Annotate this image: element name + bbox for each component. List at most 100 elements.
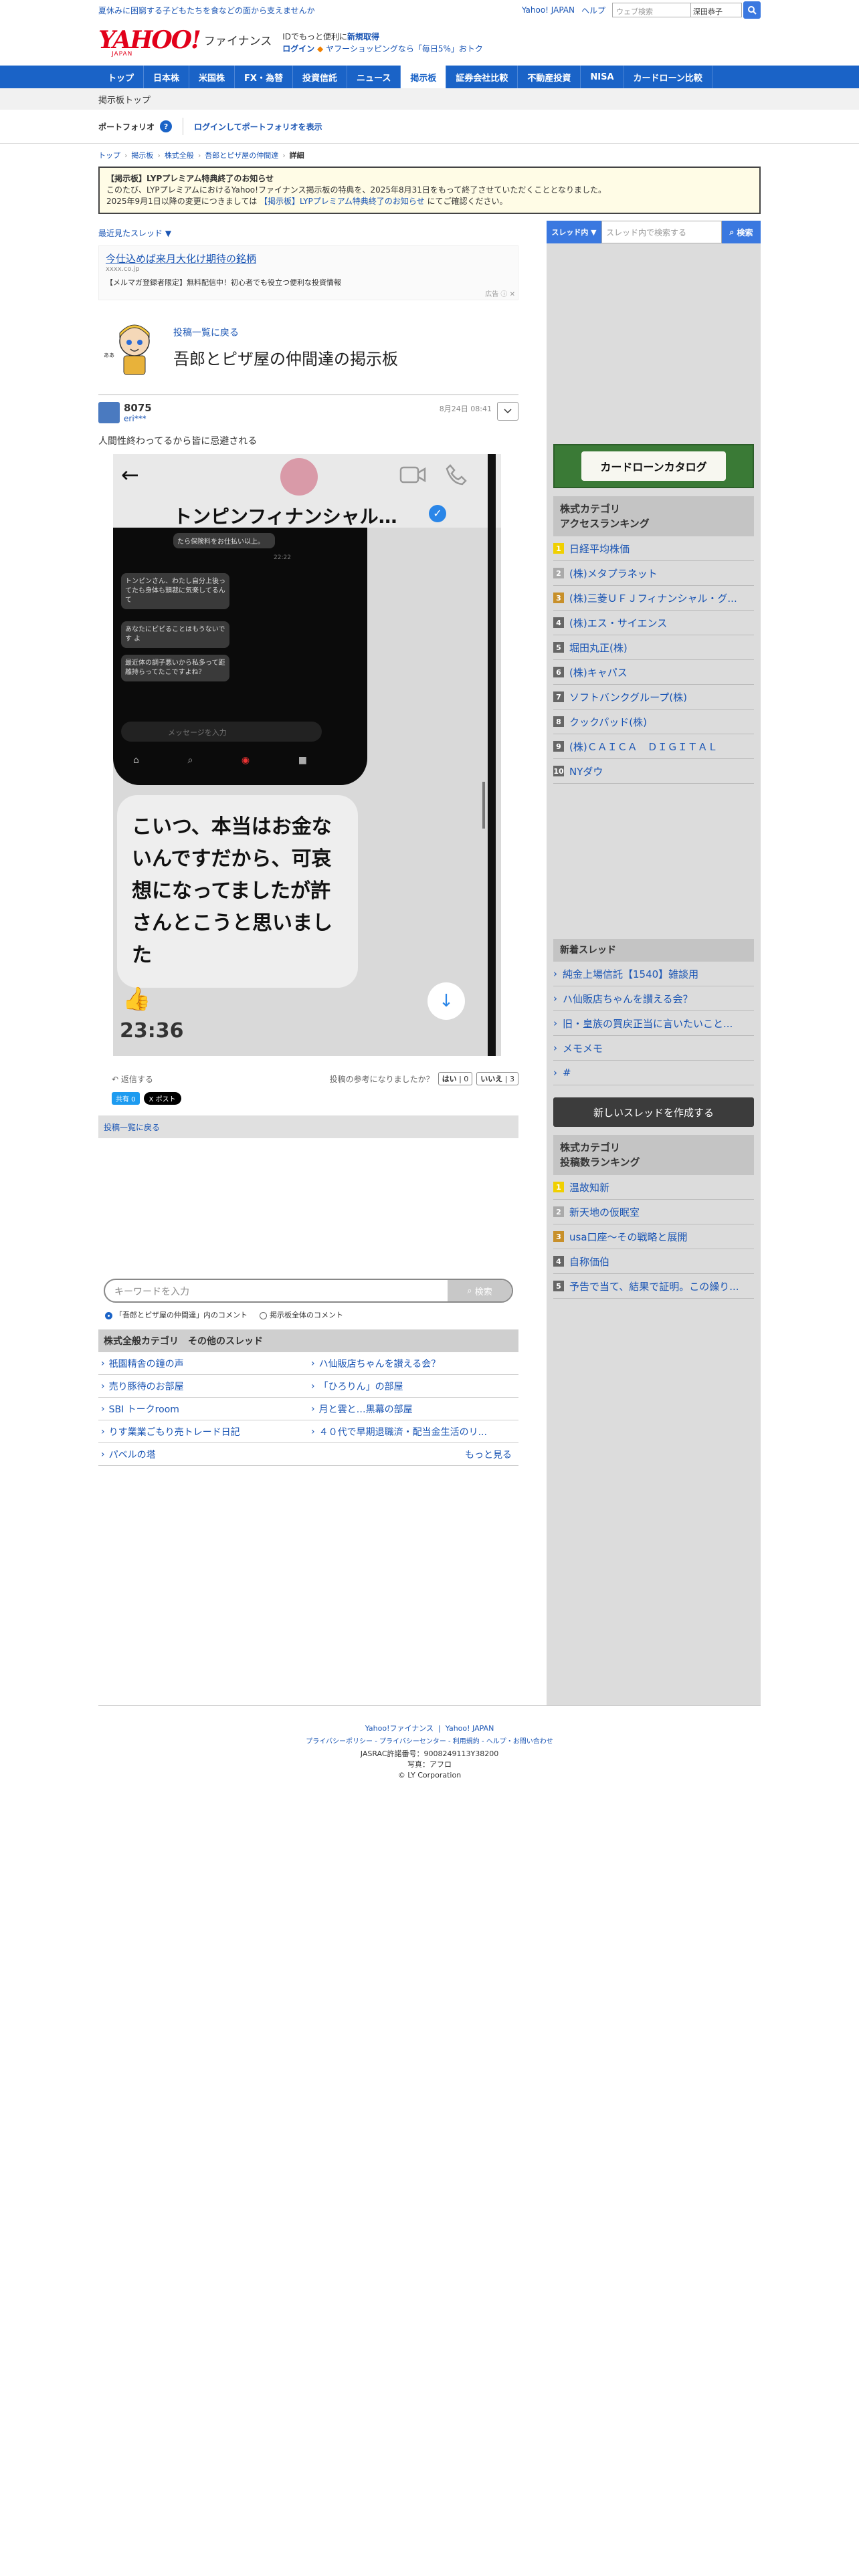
category-thread-link[interactable]: 月と雲と…黒幕の部屋 (308, 1398, 518, 1420)
post-menu-button[interactable] (497, 402, 518, 421)
comment-search-button[interactable]: ⌕ 検索 (448, 1280, 512, 1301)
nav-tab-8[interactable]: 不動産投資 (518, 66, 581, 88)
breadcrumb-top[interactable]: トップ (98, 150, 120, 160)
post-image[interactable]: ← トンピンフィナンシャル… ✓ たら保険料をお仕払い以上。 22:22 トンピ… (113, 454, 501, 1056)
thread-search-input[interactable]: スレッド内で検索する (601, 221, 722, 243)
footer-finance-link[interactable]: Yahoo!ファイナンス (365, 1724, 434, 1733)
footer-help-link[interactable]: ヘルプ・お問い合わせ (486, 1738, 553, 1745)
new-thread-link[interactable]: ハ仙販店ちゃんを讃える会？ (553, 986, 754, 1011)
nav-tab-2[interactable]: 米国株 (189, 66, 235, 88)
vote-yes-button[interactable]: はい | 0 (438, 1072, 473, 1085)
access-ranking-item[interactable]: 5 堀田丸正(株) (553, 635, 754, 660)
access-ranking-item[interactable]: 4 (株)エス・サイエンス (553, 611, 754, 635)
yahoo-logo[interactable]: YAHOO! JAPAN (98, 28, 201, 58)
promo-link[interactable]: 夏休みに困窮する子どもたちを食などの面から支えませんか (98, 5, 315, 16)
nav-tab-4[interactable]: 投資信託 (293, 66, 347, 88)
category-thread-link[interactable]: 祇園精舎の鐘の声 (98, 1352, 308, 1375)
rank-label: 堀田丸正(株) (569, 641, 628, 654)
ad-block[interactable]: 今仕込めば来月大化け期待の銘柄 xxxx.co.jp 【メルマガ登録者限定】無料… (98, 245, 518, 300)
radio-thread[interactable]: 「吾郎とピザ屋の仲間達」内のコメント (105, 1309, 248, 1320)
category-thread-link[interactable]: 「ひろりん」の部屋 (308, 1375, 518, 1398)
category-thread-link[interactable]: りす業業ごもり売トレード日記 (98, 1420, 308, 1443)
web-search-input[interactable]: ウェブ検索 (612, 3, 691, 17)
rank-number: 10 (553, 766, 564, 776)
footer-privacy-center-link[interactable]: プライバシーセンター (379, 1738, 446, 1745)
access-ranking-item[interactable]: 2 (株)メタプラネット (553, 561, 754, 586)
new-thread-link[interactable]: 純金上場信託【1540】雑談用 (553, 962, 754, 986)
nav-tab-9[interactable]: NISA (581, 66, 624, 88)
new-thread-link[interactable]: # (553, 1061, 754, 1085)
back-to-list-link[interactable]: 投稿一覧に戻る (173, 326, 398, 339)
post-ranking-item[interactable]: 4 自称価伯 (553, 1249, 754, 1274)
help-link[interactable]: ヘルプ (581, 5, 605, 16)
create-thread-button[interactable]: 新しいスレッドを作成する (553, 1097, 754, 1127)
footer-privacy-link[interactable]: プライバシーポリシー (306, 1738, 373, 1745)
verified-icon: ✓ (429, 505, 446, 522)
category-thread-link[interactable]: ハ仙販店ちゃんを讃える会？ (308, 1352, 518, 1375)
register-link[interactable]: 新規取得 (347, 32, 379, 41)
category-thread-link[interactable]: パベルの塔 (98, 1443, 308, 1466)
nav-tab-7[interactable]: 証券会社比較 (446, 66, 518, 88)
share-button[interactable]: 共有 0 (112, 1092, 140, 1105)
more-link[interactable]: もっと見る (308, 1443, 518, 1466)
post-author[interactable]: eri*** (124, 414, 152, 423)
post-ranking-item[interactable]: 2 新天地の仮眠室 (553, 1200, 754, 1224)
radio-all[interactable]: 掲示板全体のコメント (260, 1309, 343, 1320)
rank-number: 4 (553, 617, 564, 628)
category-thread-link[interactable]: 売り豚待のお部屋 (98, 1375, 308, 1398)
login-link[interactable]: ログイン (282, 44, 314, 53)
web-search-user[interactable]: 深田恭子 (691, 3, 742, 17)
x-post-button[interactable]: X ポスト (143, 1092, 181, 1105)
reply-button[interactable]: ↶ 返信する (112, 1073, 153, 1085)
recent-threads-dropdown[interactable]: 最近見たスレッド ▼ (98, 221, 518, 245)
thread-search-button[interactable]: ⌕ 検索 (722, 221, 761, 243)
footer-yahoo-link[interactable]: Yahoo! JAPAN (446, 1724, 494, 1733)
vote-no-button[interactable]: いいえ | 3 (476, 1072, 518, 1085)
phone-screenshot: たら保険料をお仕払い以上。 22:22 トンピンさん、わたし自分上後ってたも身体… (113, 528, 367, 785)
category-thread-link[interactable]: ４０代で早期退職済・配当金生活のリ... (308, 1420, 518, 1443)
nav-tab-6[interactable]: 掲示板 (401, 66, 447, 88)
rank-label: (株)ＣＡＩＣＡ ＤＩＧＩＴＡＬ (569, 740, 718, 753)
nav-tab-1[interactable]: 日本株 (144, 66, 190, 88)
post-ranking-item[interactable]: 1 温故知新 (553, 1175, 754, 1200)
new-thread-link[interactable]: 旧・皇族の買戻正当に言いたいこと... (553, 1011, 754, 1036)
nav-tab-0[interactable]: トップ (98, 66, 145, 88)
new-thread-link[interactable]: メモメモ (553, 1036, 754, 1061)
service-name[interactable]: ファイナンス (204, 31, 272, 48)
footer-terms-link[interactable]: 利用規約 (453, 1738, 480, 1745)
thread-search-select[interactable]: スレッド内 ▼ (547, 221, 601, 243)
category-thread-link[interactable]: SBI トークroom (98, 1398, 308, 1420)
nav-tab-3[interactable]: FX・為替 (235, 66, 293, 88)
web-search-button[interactable] (743, 1, 761, 19)
post-ranking-item[interactable]: 5 予告で当て、結果で証明。この繰り... (553, 1274, 754, 1299)
portfolio-login-link[interactable]: ログインしてポートフォリオを表示 (194, 121, 322, 132)
breadcrumb-thread[interactable]: 吾郎とピザ屋の仲間達 (205, 150, 278, 160)
post-ranking-item[interactable]: 3 usa口座〜その戦略と展開 (553, 1224, 754, 1249)
help-icon[interactable]: ? (160, 120, 173, 132)
ad-title[interactable]: 今仕込めば来月大化け期待の銘柄 (106, 251, 511, 265)
back-to-list-link-bottom[interactable]: 投稿一覧に戻る (104, 1121, 160, 1133)
breadcrumb-category[interactable]: 株式全般 (165, 150, 194, 160)
access-ranking-item[interactable]: 3 (株)三菱ＵＦＪフィナンシャル・グ... (553, 586, 754, 611)
back-to-list-bar: 投稿一覧に戻る (98, 1115, 518, 1138)
nav-tab-5[interactable]: ニュース (347, 66, 401, 88)
avatar[interactable] (98, 402, 120, 423)
access-ranking-item[interactable]: 9 (株)ＣＡＩＣＡ ＤＩＧＩＴＡＬ (553, 734, 754, 759)
loan-banner[interactable]: カードローンカタログ (553, 444, 754, 488)
shopping-link[interactable]: ヤフーショッピングなら「毎日5%」おトク (326, 44, 483, 53)
access-ranking-item[interactable]: 7 ソフトバンクグループ(株) (553, 685, 754, 710)
access-ranking-item[interactable]: 8 クックパッド(株) (553, 710, 754, 734)
top-bar: 夏休みに困窮する子どもたちを食などの面から支えませんか Yahoo! JAPAN… (0, 0, 859, 20)
access-ranking-item[interactable]: 10 NYダウ (553, 759, 754, 784)
breadcrumb-board[interactable]: 掲示板 (131, 150, 153, 160)
access-ranking-item[interactable]: 6 (株)キャパス (553, 660, 754, 685)
rank-number: 1 (553, 1182, 564, 1192)
post-number[interactable]: 8075 (124, 402, 152, 414)
notice-link[interactable]: 【掲示板】LYPプレミアム特典終了のお知らせ (260, 197, 425, 206)
comment-search-input[interactable]: キーワードを入力 (105, 1280, 448, 1301)
yahoo-japan-link[interactable]: Yahoo! JAPAN (522, 5, 575, 15)
scrollbar-track (488, 454, 496, 1056)
nav-tab-10[interactable]: カードローン比較 (624, 66, 712, 88)
access-ranking-item[interactable]: 1 日経平均株価 (553, 536, 754, 561)
web-search: ウェブ検索 深田恭子 (612, 1, 761, 19)
